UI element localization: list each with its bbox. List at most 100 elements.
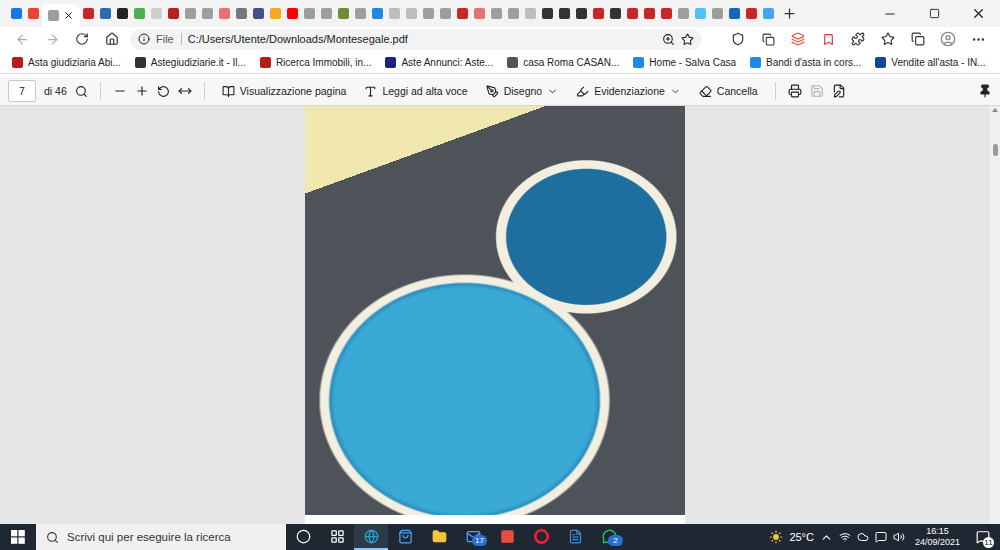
browser-tab[interactable] [42,4,80,27]
browser-tab[interactable] [556,4,573,24]
browser-tab[interactable] [182,4,199,24]
browser-tab[interactable] [675,4,692,24]
browser-tab[interactable] [114,4,131,24]
browser-tab[interactable] [352,4,369,24]
pdf-tool-button[interactable]: Cancella [694,83,763,100]
home-button[interactable] [100,28,124,50]
taskbar-app[interactable] [354,524,388,550]
taskbar-app[interactable]: 2 [592,524,626,550]
favorite-item[interactable]: Astegiudiziarie.it - Il... [135,57,246,68]
favorite-star-icon[interactable] [681,33,694,46]
chat-icon[interactable] [875,531,887,543]
pdf-tool-button[interactable]: Leggi ad alta voce [359,83,472,100]
browser-tab[interactable] [301,4,318,24]
browser-tab[interactable] [522,4,539,24]
browser-tab[interactable] [692,4,709,24]
browser-tab[interactable] [267,4,284,24]
browser-tab[interactable] [318,4,335,24]
search-icon[interactable] [75,85,88,98]
new-tab-button[interactable] [777,2,801,26]
favorite-item[interactable]: Ricerca Immobili, in... [260,57,372,68]
taskbar-app[interactable] [524,524,558,550]
browser-tab[interactable] [165,4,182,24]
print-icon[interactable] [788,84,802,98]
shield-button[interactable] [726,28,750,50]
favorite-item[interactable]: casa Roma CASAN... [507,57,619,68]
taskbar-app[interactable] [286,524,320,550]
clock[interactable]: 16:1524/09/2021 [911,526,964,548]
browser-tab[interactable] [726,4,743,24]
page-number-field[interactable]: 7 [8,80,36,102]
save-icon[interactable] [810,84,824,98]
wifi-icon[interactable] [839,531,851,543]
start-button[interactable] [0,524,36,550]
scroll-track[interactable] [990,112,1000,524]
tray-expand-icon[interactable] [820,531,833,544]
taskbar-app[interactable] [320,524,354,550]
browser-tab[interactable] [403,4,420,24]
back-button[interactable] [10,28,34,50]
favorites-button[interactable] [876,28,900,50]
favorite-item[interactable]: Aste Annunci: Aste... [385,57,493,68]
browser-tab[interactable] [131,4,148,24]
taskbar-app[interactable] [388,524,422,550]
browser-tab[interactable] [148,4,165,24]
close-button[interactable] [956,0,1000,27]
address-field[interactable]: FileC:/Users/Utente/Downloads/Montesegal… [130,29,702,50]
extension-button[interactable] [786,28,810,50]
browser-tab[interactable] [709,4,726,24]
browser-tab[interactable] [25,4,42,24]
pdf-tool-button[interactable]: Visualizzazione pagina [217,83,352,100]
collections-button[interactable] [906,28,930,50]
zoom-in-icon[interactable] [135,84,149,98]
browser-tab[interactable] [8,4,25,24]
zoom-out-icon[interactable] [113,84,127,98]
browser-tab[interactable] [590,4,607,24]
browser-tab[interactable] [505,4,522,24]
browser-tab[interactable] [760,4,777,24]
pdf-tool-button[interactable]: Evidenziazione [571,83,686,100]
close-tab-icon[interactable] [63,10,74,21]
browser-tab[interactable] [199,4,216,24]
volume-icon[interactable] [893,531,905,543]
browser-tab[interactable] [437,4,454,24]
menu-button[interactable] [966,28,990,50]
taskbar-search[interactable]: Scrivi qui per eseguire la ricerca [36,524,286,550]
favorite-item[interactable]: Asta giudiziaria Abi... [12,57,121,68]
browser-tab[interactable] [420,4,437,24]
browser-tab[interactable] [658,4,675,24]
browser-tab[interactable] [216,4,233,24]
scroll-thumb[interactable] [993,144,998,156]
browser-tab[interactable] [539,4,556,24]
browser-tab[interactable] [471,4,488,24]
favorite-item[interactable]: Bandi d'asta in cors... [750,57,861,68]
browser-tab[interactable] [607,4,624,24]
taskbar-app[interactable] [422,524,456,550]
minimize-button[interactable] [868,0,912,27]
pin-icon[interactable] [978,84,992,98]
refresh-button[interactable] [70,28,94,50]
collections-button[interactable] [756,28,780,50]
taskbar-app[interactable] [558,524,592,550]
taskbar-app[interactable]: 17 [456,524,490,550]
browser-tab[interactable] [335,4,352,24]
browser-tab[interactable] [369,4,386,24]
rotate-icon[interactable] [157,85,170,98]
favorite-item[interactable]: Home - Salva Casa [633,57,736,68]
extensions-button[interactable] [846,28,870,50]
browser-tab[interactable] [488,4,505,24]
taskbar-app[interactable] [490,524,524,550]
zoom-icon[interactable] [662,33,675,46]
browser-tab[interactable] [743,4,760,24]
dropdown-icon[interactable] [547,86,558,97]
forward-button[interactable] [40,28,64,50]
browser-tab[interactable] [284,4,301,24]
profile-button[interactable] [936,28,960,50]
scrollbar[interactable] [990,106,1000,524]
browser-tab[interactable] [624,4,641,24]
browser-tab[interactable] [641,4,658,24]
notifications-button[interactable]: 11 [970,524,996,550]
browser-tab[interactable] [573,4,590,24]
extension-button[interactable] [816,28,840,50]
scroll-up-icon[interactable] [992,108,998,112]
